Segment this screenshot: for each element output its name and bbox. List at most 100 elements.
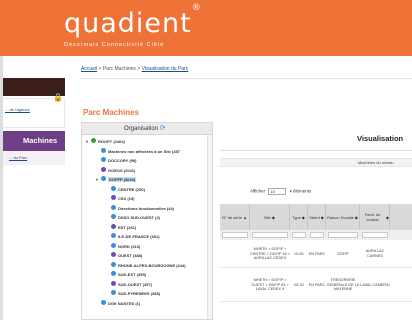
quadient-logo[interactable]: quadient® bbox=[64, 4, 202, 39]
tree-node-label: Machines non affectées à un Site (457 bbox=[108, 148, 181, 154]
tree-node-label: OUEST (388) bbox=[118, 253, 143, 258]
tree-node[interactable]: DSSO SUD-OUEST (2) bbox=[106, 213, 160, 222]
column-filter-input[interactable] bbox=[222, 232, 248, 238]
tree-node[interactable]: SUD-PYRENEES (388) bbox=[106, 289, 160, 298]
machines-level-bar: Machines du niveau bbox=[220, 158, 412, 167]
breadcrumb-current[interactable]: Visualisation du Parc bbox=[142, 66, 189, 72]
logo-text: quadient bbox=[64, 8, 192, 39]
tree-node[interactable]: ▾ ROOPT (2404) bbox=[86, 137, 125, 146]
sort-icon: ◆ bbox=[271, 214, 275, 220]
tree-node-label: DOFFP (3640) bbox=[108, 177, 137, 182]
tree-node[interactable]: NORD (313) bbox=[106, 242, 140, 251]
column-filter-input[interactable] bbox=[362, 232, 388, 238]
column-header-label: Type bbox=[292, 214, 301, 220]
app-header: quadient® Désormais Connectivité Ciblé bbox=[0, 0, 412, 56]
site-icon bbox=[111, 214, 116, 220]
site-icon bbox=[101, 147, 106, 153]
breadcrumb: Accueil > Parc Machines > Visualisation … bbox=[81, 66, 188, 72]
table-header: N° de série ▲ Site ◆ Type ◆ Statut ◆ Raison Soci… bbox=[220, 204, 412, 230]
tree-node[interactable]: RHONE-ALPES-BOURGOGNE (444) bbox=[106, 261, 186, 270]
tree-node[interactable]: CENTRE (250) bbox=[106, 185, 145, 194]
column-filter-input[interactable] bbox=[310, 232, 324, 238]
site-icon bbox=[101, 157, 106, 163]
column-header-label: Fond. du contrat bbox=[364, 212, 381, 222]
site-icon bbox=[111, 242, 116, 248]
site-icon bbox=[111, 223, 116, 229]
site-icon bbox=[111, 261, 116, 267]
tree-node[interactable]: ▾ DOFFP (3640) bbox=[96, 175, 137, 184]
tree-node-label: ILE-DE-FRANCE (381) bbox=[118, 234, 160, 239]
tree-node[interactable]: GOEOS (2041) bbox=[96, 166, 135, 175]
sidebar-link[interactable]: ... de l'agence bbox=[5, 107, 30, 113]
tree-node-label: SUD-PYRENEES (388) bbox=[118, 291, 161, 296]
sort-icon: ◆ bbox=[385, 214, 389, 220]
tree-node[interactable]: SUD-OUEST (397) bbox=[106, 280, 152, 289]
sidebar-subitem[interactable]: ... du Parc bbox=[3, 151, 65, 165]
column-header-label: N° de série bbox=[222, 214, 242, 220]
tree-scrollbar[interactable] bbox=[207, 135, 212, 319]
table-row[interactable]: MHETH > DGFIP > OUEST > DDFIP 53 > LAVAL… bbox=[220, 268, 412, 302]
tree-node-label: NORD (313) bbox=[118, 243, 141, 249]
table-cell: EN PARC bbox=[308, 251, 326, 256]
tree-node-label: DGE NANTES (1) bbox=[108, 300, 141, 306]
table-cell: DDFIP bbox=[337, 251, 349, 256]
sidebar-subitem-label: ... du Parc bbox=[9, 155, 28, 160]
table-cell: IS-05 bbox=[294, 251, 304, 256]
table-filter-row bbox=[220, 230, 412, 240]
column-filter-input[interactable] bbox=[292, 232, 306, 238]
tree-node[interactable]: OUEST (388) bbox=[106, 251, 142, 260]
visualisation-panel: Visualisation Machines du niveau Affiche… bbox=[215, 122, 412, 320]
tree-node-label: GOEOS (2041) bbox=[108, 167, 136, 173]
column-header-label: Site bbox=[264, 214, 271, 220]
column-filter-input[interactable] bbox=[252, 232, 288, 238]
tree-node-label: CSX (15) bbox=[118, 196, 135, 201]
column-header-label: Raison Sociale bbox=[327, 214, 354, 220]
refresh-icon[interactable]: ⟳ bbox=[160, 125, 166, 132]
tree-node-label: SUD-OUEST (397) bbox=[118, 281, 153, 287]
sort-icon: ◆ bbox=[354, 214, 358, 220]
table-cell: TRESORERIE GENERALE DE LA MAYENNE bbox=[326, 277, 360, 292]
sort-icon: ◆ bbox=[301, 214, 305, 220]
breadcrumb-middle: Parc Machines bbox=[102, 66, 136, 72]
tree-node[interactable]: CSX (15) bbox=[106, 194, 134, 203]
sidebar-card bbox=[3, 98, 65, 128]
page-size-control: Afficher 10 ▾ éléments bbox=[250, 188, 311, 195]
table-cell bbox=[220, 268, 250, 302]
column-header[interactable]: Type ◆ bbox=[290, 204, 308, 230]
tree-node-label: CENTRE (250) bbox=[118, 186, 145, 192]
logo-tagline: Désormais Connectivité Ciblé bbox=[64, 42, 165, 48]
tree-node[interactable]: DOCCORY (98) bbox=[96, 156, 136, 165]
table-cell: MHETH > DGFIP > OUEST > DDFIP 53 > LAVAL… bbox=[251, 277, 289, 292]
page-body: Accueil > Parc Machines > Visualisation … bbox=[0, 56, 412, 320]
globe-icon bbox=[91, 138, 96, 144]
table-row[interactable]: MHETH > DGFIP > CENTRE > DDFIP 18 > AURI… bbox=[220, 240, 412, 268]
tree-node-label: SUD-EST (355) bbox=[118, 272, 147, 277]
tree-node[interactable]: Directions fonctionnelles (44) bbox=[106, 204, 174, 213]
column-header[interactable]: Statut ◆ bbox=[308, 204, 326, 230]
page-title: Parc Machines bbox=[83, 108, 140, 117]
show-suffix: éléments bbox=[293, 188, 312, 194]
site-icon bbox=[111, 271, 116, 277]
tree-node-label: ROOPT (2404) bbox=[98, 139, 125, 144]
tree-node[interactable]: Machines non affectées à un Site (457 bbox=[96, 147, 180, 156]
column-header[interactable]: Raison Sociale ◆ bbox=[326, 204, 360, 230]
table-cell: MHETH > DGFIP > CENTRE > DDFIP 18 > AURI… bbox=[250, 246, 290, 261]
site-icon bbox=[101, 166, 106, 172]
site-icon bbox=[101, 176, 106, 182]
sidebar-item-machines[interactable]: Machines bbox=[3, 131, 65, 151]
visualisation-divider bbox=[220, 150, 412, 151]
column-header-label: Statut bbox=[309, 214, 320, 220]
page-size-select[interactable]: 10 bbox=[268, 188, 287, 195]
tree-node[interactable]: SUD-EST (355) bbox=[106, 270, 146, 279]
breadcrumb-home[interactable]: Accueil bbox=[81, 66, 97, 72]
site-icon bbox=[111, 195, 116, 201]
tree-node[interactable]: ILE-DE-FRANCE (381) bbox=[106, 232, 160, 241]
column-filter-input[interactable] bbox=[328, 232, 358, 238]
organisation-panel: Organisation ⟳ ▾ ROOPT (2404) Machines non… bbox=[81, 122, 213, 320]
column-header[interactable]: Site ◆ bbox=[250, 204, 290, 230]
tree-node[interactable]: EST (261) bbox=[106, 223, 136, 232]
table-cell: EN PARC bbox=[308, 282, 326, 287]
tree-node[interactable]: DGE NANTES (1) bbox=[96, 299, 140, 308]
column-header[interactable]: N° de série ▲ bbox=[220, 204, 250, 230]
column-header[interactable]: Fond. du contrat ◆ bbox=[360, 204, 390, 230]
